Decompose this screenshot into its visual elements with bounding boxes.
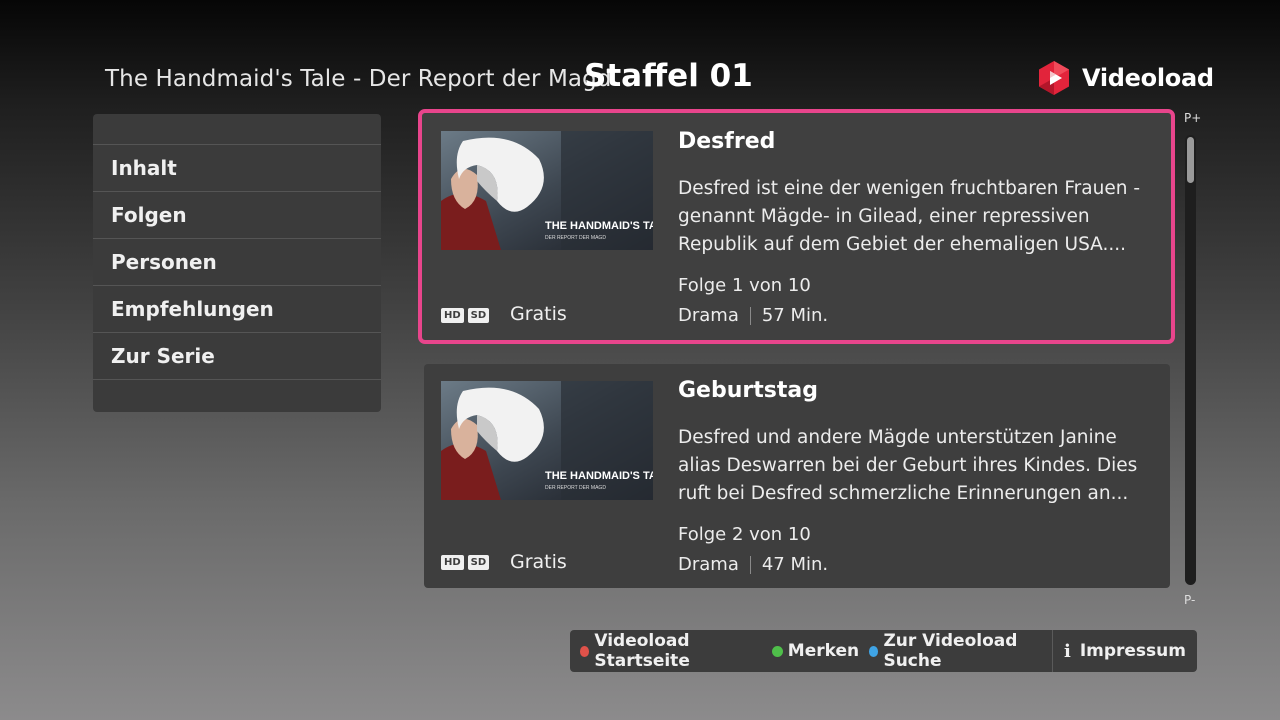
episode-genre: Drama xyxy=(678,554,739,575)
page-up-label[interactable]: P+ xyxy=(1184,111,1201,125)
episode-meta: Drama 47 Min. xyxy=(678,554,828,575)
episode-card-2[interactable]: THE HANDMAID'S TALE DER REPORT DER MAGD … xyxy=(424,364,1170,588)
episode-thumbnail: THE HANDMAID'S TALE DER REPORT DER MAGD xyxy=(441,381,653,500)
episode-thumbnail: THE HANDMAID'S TALE DER REPORT DER MAGD xyxy=(441,131,653,250)
episode-price: Gratis xyxy=(510,551,567,573)
blue-key-label: Zur Videoload Suche xyxy=(883,631,1018,671)
episode-number: Folge 1 von 10 xyxy=(678,275,811,296)
info-icon: i xyxy=(1063,640,1071,662)
scrollbar[interactable] xyxy=(1185,135,1196,585)
hd-badge: HD xyxy=(441,308,464,323)
impressum-button[interactable]: i Impressum xyxy=(1051,630,1197,672)
episode-genre: Drama xyxy=(678,305,739,326)
episode-description: Desfred ist eine der wenigen fruchtbaren… xyxy=(678,178,1141,255)
videoload-logo-icon xyxy=(1039,61,1069,95)
episode-meta: Drama 57 Min. xyxy=(678,305,828,326)
thumbnail-subtitle: DER REPORT DER MAGD xyxy=(545,235,606,241)
thumbnail-subtitle: DER REPORT DER MAGD xyxy=(545,485,606,491)
green-key-merken[interactable]: Merken xyxy=(762,641,859,661)
episode-number: Folge 2 von 10 xyxy=(678,524,811,545)
meta-divider xyxy=(749,555,751,574)
sidebar-item-personen[interactable]: Personen xyxy=(93,239,381,286)
season-title: Staffel 01 xyxy=(584,58,753,94)
thumbnail-title: THE HANDMAID'S TALE xyxy=(545,470,653,482)
videoload-logo: Videoload xyxy=(1036,60,1214,96)
red-key-label: Videoload Startseite xyxy=(594,631,690,671)
red-key-startseite[interactable]: Videoload Startseite xyxy=(570,631,762,671)
impressum-label: Impressum xyxy=(1079,641,1186,661)
sd-badge: SD xyxy=(467,308,490,323)
episode-duration: 47 Min. xyxy=(761,554,829,575)
red-dot-icon xyxy=(580,645,590,657)
format-badges: HD SD xyxy=(441,308,490,323)
green-dot-icon xyxy=(771,645,783,657)
blue-key-suche[interactable]: Zur Videoload Suche xyxy=(859,631,1052,671)
episode-title: Desfred xyxy=(678,129,776,154)
episode-title: Geburtstag xyxy=(678,378,818,403)
episode-card-1[interactable]: THE HANDMAID'S TALE DER REPORT DER MAGD … xyxy=(418,109,1175,344)
logo-text: Videoload xyxy=(1082,64,1214,92)
sidebar-item-zur-serie[interactable]: Zur Serie xyxy=(93,333,381,380)
meta-divider xyxy=(749,306,751,325)
episode-price: Gratis xyxy=(510,303,567,325)
series-title: The Handmaid's Tale - Der Report der Mag… xyxy=(105,66,612,92)
page-down-label[interactable]: P- xyxy=(1184,593,1195,607)
hd-badge: HD xyxy=(441,555,464,570)
format-badges: HD SD xyxy=(441,555,490,570)
sidebar-item-folgen[interactable]: Folgen xyxy=(93,192,381,239)
blue-dot-icon xyxy=(869,645,879,657)
sd-badge: SD xyxy=(467,555,490,570)
episode-description: Desfred und andere Mägde unterstützen Ja… xyxy=(678,427,1138,504)
episode-duration: 57 Min. xyxy=(761,305,829,326)
sidebar-item-empfehlungen[interactable]: Empfehlungen xyxy=(93,286,381,333)
thumbnail-title: THE HANDMAID'S TALE xyxy=(545,220,653,232)
scrollbar-thumb[interactable] xyxy=(1187,137,1194,183)
sidebar-menu: Inhalt Folgen Personen Empfehlungen Zur … xyxy=(93,114,381,412)
sidebar-header xyxy=(93,114,381,145)
sidebar-item-inhalt[interactable]: Inhalt xyxy=(93,145,381,192)
green-key-label: Merken xyxy=(787,641,860,661)
remote-key-legend: Videoload Startseite Merken Zur Videoloa… xyxy=(570,630,1197,672)
